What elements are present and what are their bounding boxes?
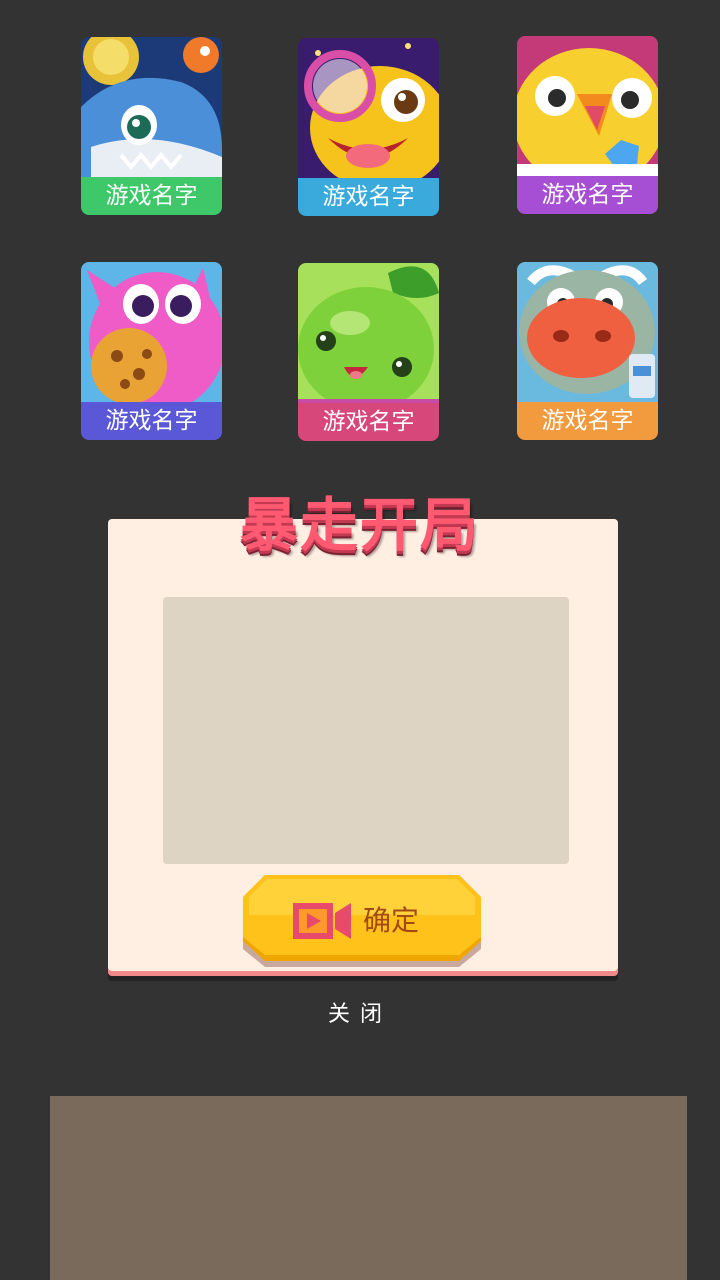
shark-fish-icon bbox=[81, 37, 222, 178]
game-name-label: 游戏名字 bbox=[81, 177, 222, 215]
yellow-monster-magnifier-icon bbox=[298, 38, 439, 179]
game-recommend-screen: 游戏名字 游戏名字 游戏名字 游戏名字 游戏名字 游戏名字 确定 暴走开局 关闭 bbox=[0, 0, 720, 1280]
banner-ad-area bbox=[50, 1096, 687, 1280]
game-name-label: 游戏名字 bbox=[298, 178, 439, 216]
close-button[interactable]: 关闭 bbox=[0, 996, 720, 1028]
game-card-4[interactable]: 游戏名字 bbox=[81, 262, 222, 440]
game-card-5[interactable]: 游戏名字 bbox=[298, 263, 439, 441]
video-camera-icon bbox=[291, 899, 353, 943]
confirm-button[interactable]: 确定 bbox=[243, 875, 481, 967]
game-card-2[interactable]: 游戏名字 bbox=[298, 38, 439, 216]
game-card-3[interactable]: 游戏名字 bbox=[517, 36, 658, 214]
dialog-title: 暴走开局 bbox=[239, 491, 480, 559]
game-card-6[interactable]: 游戏名字 bbox=[517, 262, 658, 440]
ad-placeholder bbox=[163, 597, 569, 864]
pink-creature-cookie-icon bbox=[81, 262, 222, 403]
game-name-label: 游戏名字 bbox=[81, 402, 222, 440]
confirm-button-label: 确定 bbox=[363, 904, 420, 937]
cartoon-cow-icon bbox=[517, 262, 658, 403]
game-card-1[interactable]: 游戏名字 bbox=[81, 37, 222, 215]
reward-dialog: 确定 bbox=[108, 519, 618, 971]
green-slime-icon bbox=[298, 263, 439, 404]
game-name-label: 游戏名字 bbox=[517, 402, 658, 440]
game-name-label: 游戏名字 bbox=[298, 403, 439, 441]
yellow-chick-gem-icon bbox=[517, 36, 658, 177]
game-name-label: 游戏名字 bbox=[517, 176, 658, 214]
